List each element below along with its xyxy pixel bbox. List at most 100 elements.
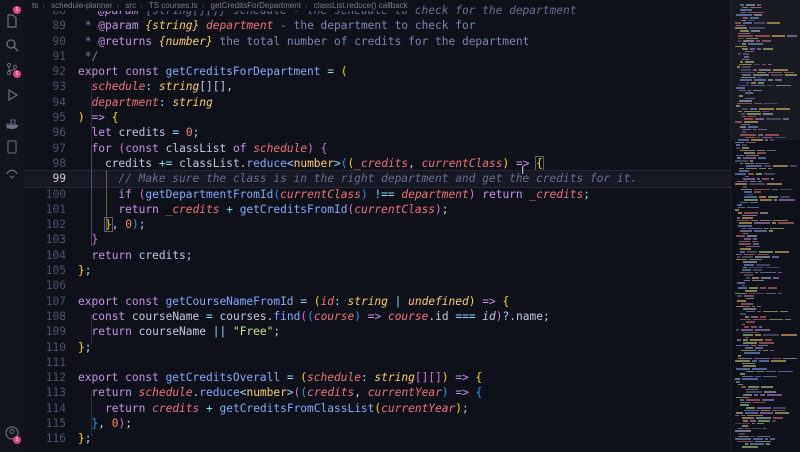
minimap-line	[774, 199, 777, 201]
code-line[interactable]: 110};	[24, 340, 730, 355]
line-number: 105	[45, 264, 66, 278]
line-number: 90	[52, 34, 66, 48]
code-line[interactable]: 100 if (getDepartmentFromId(currentClass…	[24, 187, 730, 202]
minimap-line	[772, 357, 781, 360]
minimap-line	[747, 414, 763, 417]
minimap-line	[746, 391, 762, 393]
line-number: 109	[45, 325, 66, 339]
minimap-line	[736, 24, 745, 27]
minimap-line	[736, 368, 750, 370]
code-line[interactable]: 102 }, 0);	[24, 217, 730, 233]
minimap-line	[757, 71, 766, 74]
code-line[interactable]: 112 export const getCreditsOverall = (sch…	[24, 370, 730, 385]
minimap-line	[758, 134, 763, 136]
remote-explorer-icon[interactable]	[5, 140, 19, 154]
code-editor[interactable]: 88 * @param {string[][]} schedule - the …	[24, 0, 730, 452]
code-line[interactable]: 91 */	[24, 49, 730, 64]
minimap-line	[758, 128, 767, 131]
minimap-line	[775, 251, 789, 253]
breadcrumb-item[interactable]: getCreditsForDepartment	[211, 1, 301, 10]
minimap-line	[762, 110, 769, 113]
minimap-line	[755, 118, 764, 120]
code-line[interactable]: 107 export const getCourseNameFromId = (i…	[24, 294, 730, 309]
minimap-line	[736, 305, 750, 308]
text-cursor-icon: I	[521, 164, 525, 177]
code-line[interactable]: 108 const courseName = courses.find((cou…	[24, 309, 730, 324]
minimap-line	[771, 178, 774, 180]
minimap-line	[757, 149, 765, 152]
breadcrumb-item[interactable]: src	[125, 1, 136, 10]
minimap-line	[775, 412, 789, 414]
minimap-line	[736, 87, 745, 89]
minimap-line	[746, 388, 758, 391]
run-debug-icon[interactable]	[5, 88, 19, 102]
code-lines: 88 * @param {string[][]} schedule - the …	[24, 3, 730, 447]
code-line-current[interactable]: 99 // Make sure the class is in the righ…	[24, 170, 730, 188]
account-badge: 1	[13, 436, 21, 444]
code-line[interactable]: 109 return courseName || "Free";	[24, 324, 730, 339]
minimap-line	[755, 35, 770, 37]
minimap-line	[735, 160, 748, 162]
minimap-line	[754, 230, 767, 232]
minimap-line	[760, 199, 772, 201]
code-line[interactable]: 96 let credits = 0;	[24, 125, 730, 140]
code-line[interactable]: 101 return _credits + getCreditsFromId(c…	[24, 202, 730, 217]
line-number: 108	[45, 309, 66, 323]
minimap-line	[790, 165, 797, 167]
code-line[interactable]: 98 credits += classList.reduce<number>((…	[24, 155, 730, 171]
live-share-icon[interactable]	[5, 165, 19, 179]
code-line[interactable]: 105};	[24, 263, 730, 278]
minimap-line	[753, 269, 762, 271]
minimap-line	[785, 318, 791, 321]
minimap-line	[741, 19, 746, 22]
code-line[interactable]: 94 department: string	[24, 95, 730, 110]
minimap-line	[753, 401, 765, 404]
minimap-line	[741, 329, 753, 331]
minimap-line	[739, 89, 746, 92]
code-line[interactable]: 103 }	[24, 232, 730, 247]
code-text: return credits;	[91, 248, 193, 262]
code-line[interactable]: 93 schedule: string[][],	[24, 79, 730, 94]
breadcrumb-item[interactable]: schedule-planner	[51, 1, 112, 10]
minimap[interactable]	[730, 0, 800, 452]
search-icon[interactable]	[5, 38, 19, 52]
minimap-line	[757, 152, 766, 154]
minimap-line	[740, 134, 756, 136]
minimap-line	[746, 245, 760, 248]
code-line[interactable]: 111	[24, 355, 730, 370]
minimap-line	[735, 430, 751, 432]
code-line[interactable]: 114 return credits + getCreditsFromClass…	[24, 401, 730, 416]
minimap-line	[766, 292, 776, 295]
minimap-line	[746, 277, 750, 279]
minimap-line	[738, 287, 747, 289]
breadcrumb-item[interactable]: TS courses.ts	[149, 1, 198, 10]
code-line[interactable]: 115 }, 0);	[24, 416, 730, 431]
files-icon[interactable]	[5, 14, 19, 28]
minimap-line	[760, 271, 776, 274]
code-line[interactable]: 97 for (const classList of schedule) {	[24, 141, 730, 156]
code-line[interactable]: 104 return credits;	[24, 248, 730, 263]
code-line[interactable]: 116};	[24, 431, 730, 446]
minimap-line	[783, 118, 789, 120]
minimap-line	[745, 347, 753, 349]
code-line[interactable]: 92 export const getCreditsForDepartment =…	[24, 64, 730, 79]
breadcrumb-item[interactable]: ts	[32, 1, 38, 10]
minimap-line	[743, 261, 757, 263]
minimap-line	[737, 157, 741, 159]
minimap-line	[757, 178, 760, 180]
minimap-line	[743, 178, 755, 180]
code-line[interactable]: 113 return schedule.reduce<number>((cred…	[24, 385, 730, 400]
minimap-line	[759, 360, 769, 362]
breadcrumb-item[interactable]: classList.reduce() callback	[314, 1, 408, 10]
minimap-line	[759, 326, 762, 328]
code-line[interactable]: 106	[24, 278, 730, 293]
code-line[interactable]: 95) => {	[24, 110, 730, 125]
code-line[interactable]: 90 * @returns {number} the total number …	[24, 34, 730, 49]
docker-icon[interactable]	[6, 117, 20, 131]
minimap-line	[759, 69, 771, 71]
code-text: export const getCreditsOverall = (schedu…	[78, 371, 483, 385]
minimap-line	[742, 378, 758, 380]
minimap-line	[745, 336, 748, 339]
minimap-line	[745, 136, 755, 139]
code-line[interactable]: 89 * @param {string} department - the de…	[24, 18, 730, 33]
